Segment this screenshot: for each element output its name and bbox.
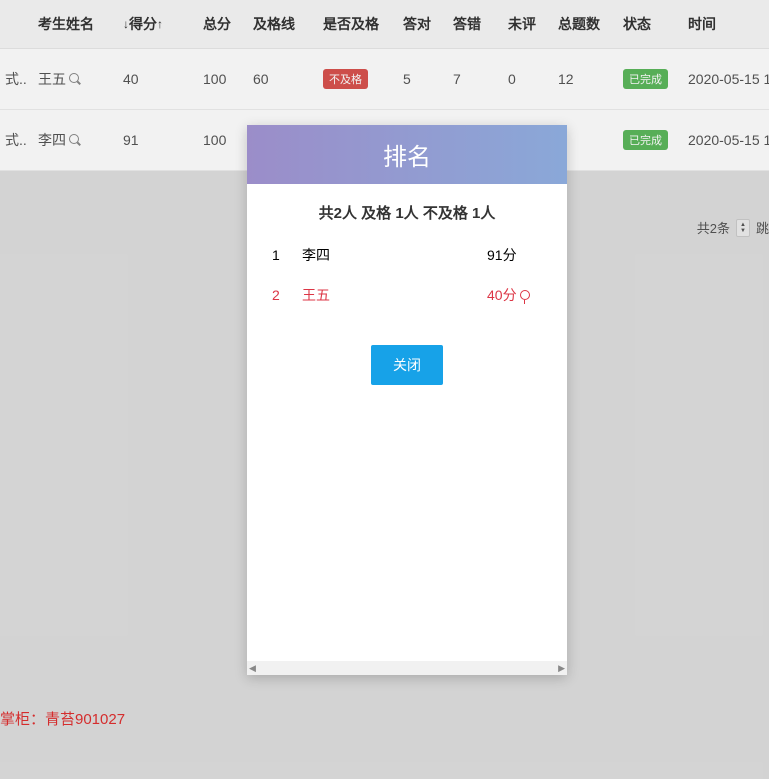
fail-medal-icon	[520, 290, 530, 300]
rank-name: 王五	[302, 285, 487, 305]
rank-score: 91分	[487, 245, 547, 265]
rank-name: 李四	[302, 245, 487, 265]
ranking-summary: 共2人 及格 1人 不及格 1人	[247, 184, 567, 235]
scroll-left-icon[interactable]: ◀	[249, 663, 256, 674]
rank-number: 1	[267, 247, 302, 263]
rank-list: 1 李四 91分 2 王五 40分	[247, 235, 567, 315]
rank-item: 1 李四 91分	[267, 235, 547, 275]
close-button[interactable]: 关闭	[371, 345, 443, 385]
ranking-modal: 排名 共2人 及格 1人 不及格 1人 1 李四 91分 2 王五 40分 关闭	[247, 125, 567, 675]
horizontal-scrollbar[interactable]: ◀ ▶	[247, 661, 567, 675]
rank-score: 40分	[487, 285, 547, 305]
modal-body[interactable]: 共2人 及格 1人 不及格 1人 1 李四 91分 2 王五 40分 关闭	[247, 184, 567, 675]
rank-number: 2	[267, 287, 302, 303]
scroll-right-icon[interactable]: ▶	[558, 663, 565, 674]
modal-title: 排名	[247, 125, 567, 184]
rank-item: 2 王五 40分	[267, 275, 547, 315]
